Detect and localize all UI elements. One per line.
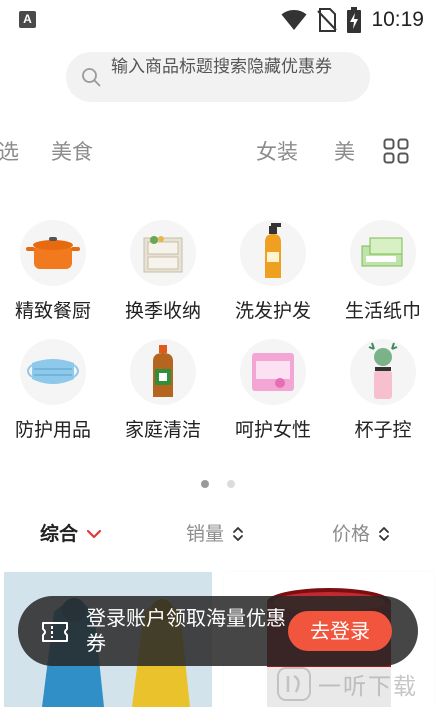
grid-item-label: 换季收纳 — [124, 300, 201, 322]
grid-item-haircare[interactable]: 洗发护发 — [218, 220, 328, 330]
search-icon — [82, 68, 101, 87]
shampoo-bottle-icon — [240, 220, 306, 286]
grid-item-label: 防护用品 — [14, 419, 91, 441]
grid-item-label: 呵护女性 — [234, 419, 311, 441]
sort-sales-label: 销量 — [186, 523, 225, 545]
grid-item-feminine-care[interactable]: 呵护女性 — [218, 339, 328, 449]
search-input[interactable]: 输入商品标题搜索隐藏优惠券 — [66, 52, 370, 102]
chevron-down-icon — [86, 529, 102, 539]
grid-item-label: 家庭清洁 — [124, 419, 201, 441]
sort-sales[interactable]: 销量 — [186, 522, 244, 546]
search-placeholder: 输入商品标题搜索隐藏优惠券 — [111, 57, 332, 77]
sort-composite[interactable]: 综合 — [40, 522, 102, 546]
watermark: 一听下载 — [276, 660, 436, 707]
grid-item-protection[interactable]: 防护用品 — [0, 339, 108, 449]
grid-item-cleaning[interactable]: 家庭清洁 — [108, 339, 218, 449]
sort-composite-label: 综合 — [40, 523, 79, 545]
status-bar: A 10:19 — [0, 0, 436, 40]
sanitary-pad-icon — [240, 339, 306, 405]
grid-item-tissue[interactable]: 生活纸巾 — [328, 220, 436, 330]
notification-app-icon: A — [19, 11, 36, 28]
disinfectant-bottle-icon — [130, 339, 196, 405]
grid-item-cups[interactable]: 杯子控 — [328, 339, 436, 449]
sort-toggle-icon — [379, 527, 389, 541]
watermark-text: 一听下载 — [318, 673, 418, 700]
ticket-icon — [42, 622, 68, 642]
tab-category[interactable]: 女装 — [256, 139, 298, 165]
clock: 10:19 — [371, 8, 424, 31]
grid-item-label: 生活纸巾 — [344, 300, 421, 322]
status-icons: 10:19 — [281, 6, 424, 34]
grid-item-label: 杯子控 — [354, 419, 412, 441]
tab-category[interactable]: 美 — [334, 139, 355, 165]
grid-menu-icon[interactable] — [383, 138, 409, 164]
no-sim-icon — [317, 8, 338, 32]
login-banner-text: 登录账户领取海量优惠券 — [86, 606, 286, 655]
grid-item-label: 精致餐厨 — [14, 300, 91, 322]
tab-category[interactable]: 美食 — [51, 139, 93, 165]
sort-price[interactable]: 价格 — [332, 522, 390, 546]
grid-item-storage[interactable]: 换季收纳 — [108, 220, 218, 330]
storage-box-icon — [130, 220, 196, 286]
sort-price-label: 价格 — [332, 523, 371, 545]
battery-charging-icon — [347, 7, 362, 33]
login-button[interactable]: 去登录 — [288, 611, 392, 651]
tissue-box-icon — [350, 220, 416, 286]
pager-dot-active[interactable] — [201, 480, 209, 488]
deer-cup-icon — [350, 339, 416, 405]
sort-toggle-icon — [233, 527, 243, 541]
grid-item-kitchen[interactable]: 精致餐厨 — [0, 220, 108, 330]
grid-item-label: 洗发护发 — [234, 300, 311, 322]
watermark-logo-icon — [277, 666, 311, 701]
cooking-pot-icon — [20, 220, 86, 286]
pager-dot[interactable] — [227, 480, 235, 488]
tab-category[interactable]: 选 — [0, 139, 19, 165]
face-mask-icon — [20, 339, 86, 405]
wifi-icon — [281, 10, 307, 30]
login-banner: 登录账户领取海量优惠券 去登录 — [18, 596, 418, 666]
